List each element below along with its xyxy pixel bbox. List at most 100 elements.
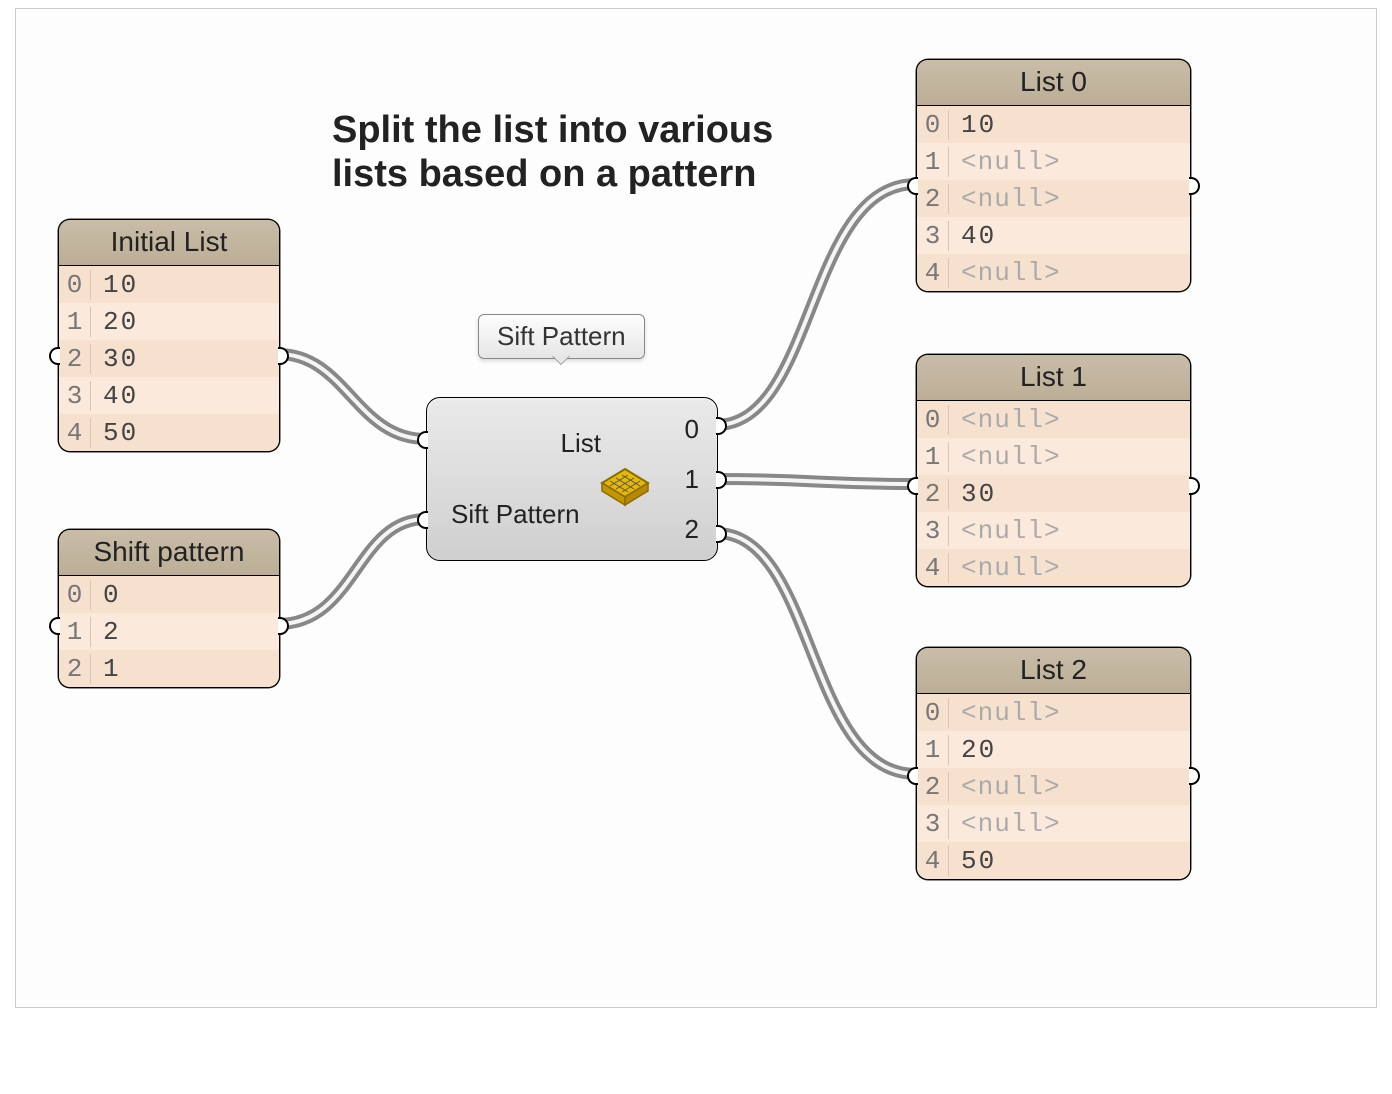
row-index: 2 [917,184,949,214]
row-index: 4 [917,553,949,583]
row-index: 4 [917,258,949,288]
list-row: 12 [59,613,279,650]
list-row: 120 [917,731,1190,768]
title-line-2: lists based on a pattern [332,153,756,197]
port-input[interactable] [49,347,60,365]
panel-list-0[interactable]: List 0 0101<null>2<null>3404<null> [916,59,1191,292]
list-row: 2<null> [917,180,1190,217]
row-value: <null> [949,442,1061,472]
list-row: 120 [59,303,279,340]
port-input[interactable] [907,177,918,195]
list-row: 230 [59,340,279,377]
title-line-1: Split the list into various [332,109,773,153]
panel-rows: 0<null>1<null>2303<null>4<null> [917,401,1190,586]
row-value: 20 [949,735,996,765]
port-output-0[interactable] [716,417,727,435]
port-input[interactable] [907,767,918,785]
list-row: 010 [917,106,1190,143]
row-value: 20 [91,307,138,337]
row-index: 1 [59,307,91,337]
sift-icon [598,467,652,512]
row-index: 0 [59,580,91,610]
list-row: 00 [59,576,279,613]
row-value: <null> [949,184,1061,214]
row-index: 1 [917,147,949,177]
port-output[interactable] [1189,767,1200,785]
port-input[interactable] [907,477,918,495]
list-row: 1<null> [917,143,1190,180]
row-value: 50 [949,846,996,876]
component-output-2: 2 [685,514,699,545]
panel-title: Initial List [59,220,279,266]
row-index: 2 [59,654,91,684]
panel-rows: 0<null>1202<null>3<null>450 [917,694,1190,879]
row-value: <null> [949,516,1061,546]
row-index: 1 [59,617,91,647]
row-index: 3 [917,516,949,546]
row-value: 10 [91,270,138,300]
row-value: <null> [949,405,1061,435]
row-value: 2 [91,617,121,647]
row-value: <null> [949,809,1061,839]
list-row: 3<null> [917,512,1190,549]
list-row: 1<null> [917,438,1190,475]
list-row: 450 [59,414,279,451]
panel-list-1[interactable]: List 1 0<null>1<null>2303<null>4<null> [916,354,1191,587]
row-value: <null> [949,772,1061,802]
panel-rows: 010120230340450 [59,266,279,451]
list-row: 010 [59,266,279,303]
row-index: 3 [917,221,949,251]
port-input-pattern[interactable] [417,511,428,529]
row-index: 1 [917,442,949,472]
panel-title: List 2 [917,648,1190,694]
port-output[interactable] [1189,177,1200,195]
list-row: 3<null> [917,805,1190,842]
list-row: 340 [917,217,1190,254]
panel-title: List 0 [917,60,1190,106]
component-output-0: 0 [685,414,699,445]
row-index: 3 [59,381,91,411]
list-row: 340 [59,377,279,414]
port-output[interactable] [278,617,289,635]
row-index: 2 [59,344,91,374]
panel-initial-list[interactable]: Initial List 010120230340450 [58,219,280,452]
list-row: 4<null> [917,549,1190,586]
row-value: 50 [91,418,138,448]
panel-list-2[interactable]: List 2 0<null>1202<null>3<null>450 [916,647,1191,880]
list-row: 21 [59,650,279,687]
list-row: 0<null> [917,401,1190,438]
row-index: 0 [917,698,949,728]
port-output[interactable] [1189,477,1200,495]
row-index: 1 [917,735,949,765]
port-output[interactable] [278,347,289,365]
port-output-2[interactable] [716,525,727,543]
panel-title: List 1 [917,355,1190,401]
row-value: 40 [91,381,138,411]
row-value: <null> [949,147,1061,177]
list-row: 2<null> [917,768,1190,805]
row-index: 4 [59,418,91,448]
row-value: 30 [949,479,996,509]
component-output-1: 1 [685,464,699,495]
row-index: 0 [59,270,91,300]
panel-title: Shift pattern [59,530,279,576]
port-output-1[interactable] [716,471,727,489]
list-row: 450 [917,842,1190,879]
diagram-canvas: Split the list into various lists based … [15,8,1377,1008]
list-row: 230 [917,475,1190,512]
panel-rows: 0101<null>2<null>3404<null> [917,106,1190,291]
sift-pattern-component[interactable]: List Sift Pattern 0 1 2 [426,397,718,561]
row-index: 0 [917,110,949,140]
row-index: 3 [917,809,949,839]
list-row: 0<null> [917,694,1190,731]
row-value: <null> [949,258,1061,288]
row-index: 4 [917,846,949,876]
component-input-list: List [451,428,601,459]
port-input-list[interactable] [417,431,428,449]
port-input[interactable] [49,617,60,635]
row-value: 10 [949,110,996,140]
row-index: 2 [917,479,949,509]
panel-shift-pattern[interactable]: Shift pattern 001221 [58,529,280,688]
list-row: 4<null> [917,254,1190,291]
row-index: 2 [917,772,949,802]
